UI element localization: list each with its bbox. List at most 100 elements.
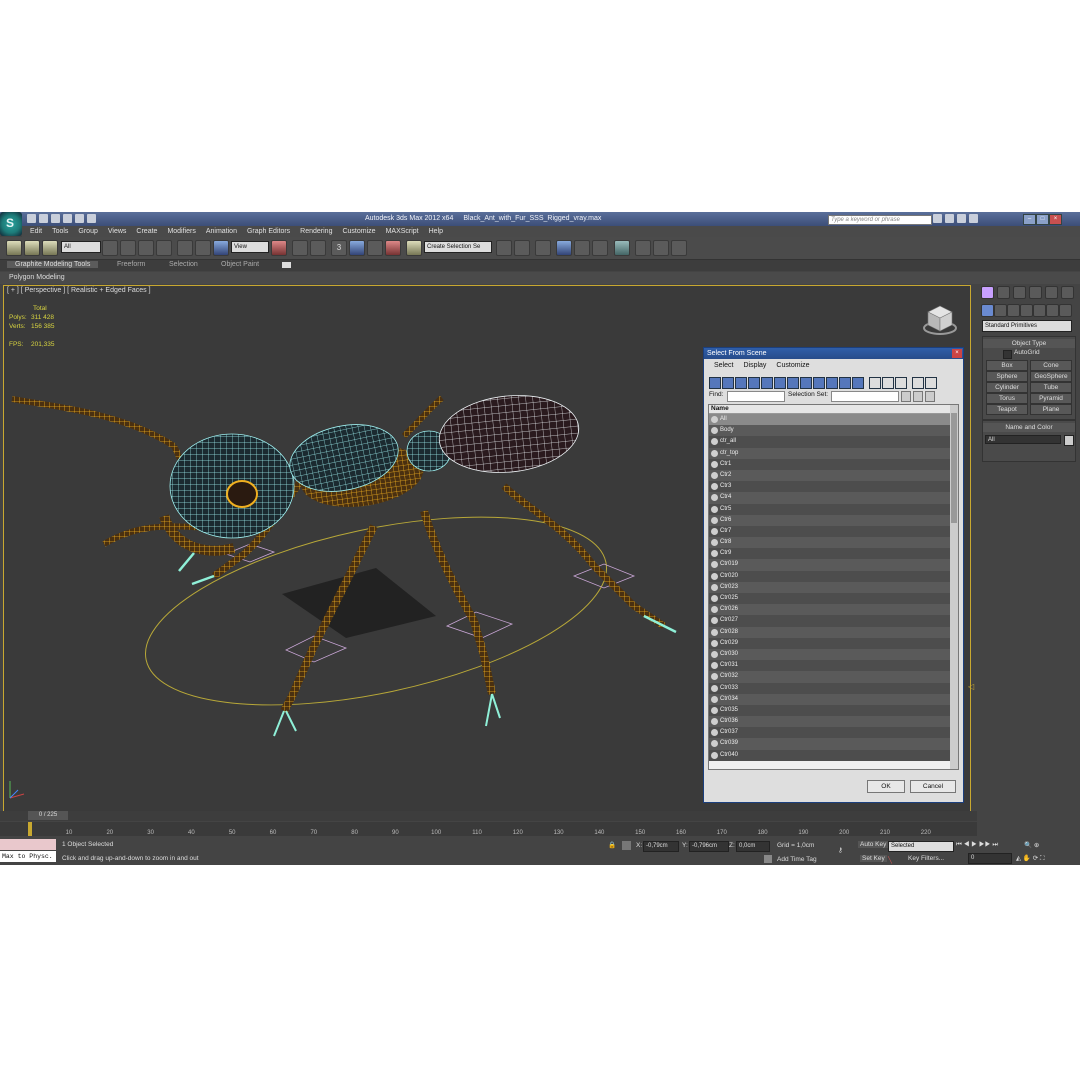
- time-tag-icon[interactable]: [764, 855, 772, 863]
- select-none-icon[interactable]: [913, 391, 923, 402]
- list-item[interactable]: Ctr1: [709, 458, 958, 470]
- save-file-icon[interactable]: [51, 214, 60, 223]
- polygon-modeling-label[interactable]: Polygon Modeling: [9, 274, 65, 281]
- list-item[interactable]: Ctr032: [709, 671, 958, 683]
- tab-graphite-modeling-tools[interactable]: Graphite Modeling Tools: [7, 261, 99, 268]
- list-item[interactable]: Body: [709, 425, 958, 437]
- search-input[interactable]: Type a keyword or phrase: [828, 215, 932, 225]
- schematic-view-icon[interactable]: [592, 240, 608, 256]
- list-item[interactable]: Ctr8: [709, 537, 958, 549]
- tab-object-paint[interactable]: Object Paint: [221, 261, 259, 268]
- orbit-icon[interactable]: ⟳: [1033, 855, 1038, 862]
- set-key-icon[interactable]: ╲: [888, 856, 892, 864]
- snaps-toggle-icon[interactable]: 3: [331, 240, 347, 256]
- scrollbar-thumb[interactable]: [951, 413, 957, 523]
- spinner-snap-icon[interactable]: [385, 240, 401, 256]
- list-item[interactable]: Ctr028: [709, 626, 958, 638]
- autogrid-checkbox[interactable]: [1003, 350, 1012, 359]
- shapes-icon[interactable]: [994, 304, 1007, 317]
- sort-icon[interactable]: [925, 377, 937, 389]
- subscription-icon[interactable]: [945, 214, 954, 223]
- menu-rendering[interactable]: Rendering: [300, 226, 332, 237]
- helpers-icon[interactable]: [1033, 304, 1046, 317]
- name-column-header[interactable]: Name: [709, 405, 958, 414]
- new-file-icon[interactable]: [27, 214, 36, 223]
- curve-editor-icon[interactable]: [574, 240, 590, 256]
- display-panel-tab[interactable]: [1045, 286, 1058, 299]
- time-slider[interactable]: 0 / 225: [28, 811, 68, 820]
- motion-panel-tab[interactable]: [1029, 286, 1042, 299]
- track-bar[interactable]: 10 20 30 40 50 60 70 80 90 100 110 120 130 140 150 160 1…: [0, 822, 977, 836]
- menu-customize[interactable]: Customize: [342, 226, 375, 237]
- key-mode-dropdown[interactable]: Selected: [888, 841, 954, 852]
- list-item[interactable]: Ctr023: [709, 581, 958, 593]
- cancel-button[interactable]: Cancel: [910, 780, 956, 793]
- list-item[interactable]: Ctr037: [709, 727, 958, 739]
- zoom-icon[interactable]: 🔍: [1024, 842, 1032, 849]
- goto-start-icon[interactable]: ⏮: [956, 841, 962, 848]
- display-helpers-icon[interactable]: [761, 377, 773, 389]
- list-item[interactable]: Ctr039: [709, 738, 958, 750]
- maxscript-listener-box[interactable]: [0, 839, 56, 850]
- field-of-view-icon[interactable]: ◭: [1016, 855, 1021, 862]
- selection-region-icon[interactable]: [138, 240, 154, 256]
- list-item[interactable]: Ctr4: [709, 492, 958, 504]
- menu-maxscript[interactable]: MAXScript: [386, 226, 419, 237]
- display-frozen-icon[interactable]: [839, 377, 851, 389]
- geosphere-button[interactable]: GeoSphere: [1030, 371, 1072, 382]
- list-item[interactable]: Ctr040: [709, 749, 958, 761]
- open-file-icon[interactable]: [39, 214, 48, 223]
- close-button[interactable]: ×: [1049, 214, 1062, 225]
- link-icon[interactable]: [6, 240, 22, 256]
- list-item[interactable]: All: [709, 414, 958, 426]
- hierarchy-panel-tab[interactable]: [1013, 286, 1026, 299]
- render-production-icon[interactable]: [671, 240, 687, 256]
- selection-filter-dropdown[interactable]: All: [61, 241, 101, 253]
- display-containers-icon[interactable]: [826, 377, 838, 389]
- primitive-category-dropdown[interactable]: Standard Primitives: [982, 320, 1072, 332]
- display-none-icon[interactable]: [882, 377, 894, 389]
- filter-icon[interactable]: [912, 377, 924, 389]
- list-item[interactable]: Ctr029: [709, 637, 958, 649]
- reference-coordinate-dropdown[interactable]: View: [231, 241, 269, 253]
- display-space-warps-icon[interactable]: [774, 377, 786, 389]
- scale-icon[interactable]: [213, 240, 229, 256]
- select-manipulate-icon[interactable]: [292, 240, 308, 256]
- list-item[interactable]: Ctr026: [709, 604, 958, 616]
- auto-key-button[interactable]: Auto Key: [858, 841, 889, 848]
- play-icon[interactable]: ▶: [971, 841, 977, 848]
- app-logo-icon[interactable]: S: [0, 212, 22, 236]
- list-item[interactable]: Ctr7: [709, 525, 958, 538]
- sphere-button[interactable]: Sphere: [986, 371, 1028, 382]
- prev-frame-icon[interactable]: ◀: [964, 841, 970, 848]
- select-by-name-icon[interactable]: [120, 240, 136, 256]
- layer-manager-icon[interactable]: [535, 240, 551, 256]
- find-input[interactable]: [727, 391, 785, 402]
- list-item[interactable]: Ctr019: [709, 559, 958, 571]
- maxscript-mini-listener[interactable]: Max to Physc.: [0, 851, 56, 862]
- plane-button[interactable]: Plane: [1030, 404, 1072, 415]
- selection-set-dropdown[interactable]: [831, 391, 899, 402]
- tab-freeform[interactable]: Freeform: [117, 261, 145, 268]
- lights-icon[interactable]: [1007, 304, 1020, 317]
- display-invert-icon[interactable]: [895, 377, 907, 389]
- display-bones-icon[interactable]: [813, 377, 825, 389]
- display-xrefs-icon[interactable]: [800, 377, 812, 389]
- redo-icon[interactable]: [75, 214, 84, 223]
- list-item[interactable]: Ctr9: [709, 548, 958, 560]
- menu-animation[interactable]: Animation: [206, 226, 237, 237]
- object-name-field[interactable]: All: [985, 435, 1061, 444]
- systems-icon[interactable]: [1059, 304, 1072, 317]
- menu-edit[interactable]: Edit: [30, 226, 42, 237]
- cone-button[interactable]: Cone: [1030, 360, 1072, 371]
- goto-end-icon[interactable]: ⏭: [992, 841, 998, 848]
- list-item[interactable]: Ctr3: [709, 481, 958, 493]
- object-color-swatch[interactable]: [1064, 435, 1074, 446]
- menu-help[interactable]: Help: [429, 226, 443, 237]
- window-crossing-icon[interactable]: [156, 240, 172, 256]
- select-object-icon[interactable]: [102, 240, 118, 256]
- keyboard-shortcut-icon[interactable]: [310, 240, 326, 256]
- list-item[interactable]: ctr_all: [709, 436, 958, 448]
- set-key-button[interactable]: Set Key: [860, 855, 887, 862]
- time-slider-track[interactable]: 0 / 225: [0, 811, 977, 821]
